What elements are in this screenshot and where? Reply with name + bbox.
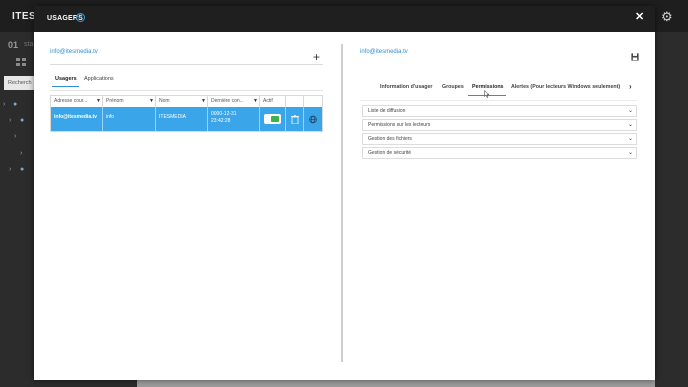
modal-header: USAGERS ? ✕ [34, 6, 655, 32]
chevron-down-icon: ⌄ [627, 108, 633, 114]
tree-expander-icon[interactable]: › [20, 150, 22, 157]
save-icon[interactable] [631, 53, 639, 61]
chevron-down-icon: ⌄ [627, 150, 633, 156]
section-distribution-list[interactable]: Liste de diffusion ⌄ [362, 105, 637, 117]
filter-icon[interactable]: ▼ [96, 98, 101, 104]
mouse-cursor-icon [484, 90, 490, 98]
app-search-input[interactable]: Recherch [4, 76, 34, 90]
column-header-active[interactable]: Actif [260, 96, 286, 107]
app-step-number: 01 [8, 40, 19, 50]
toggle-knob [271, 116, 279, 122]
tree-node-icon: ● [13, 101, 18, 108]
tab-applications[interactable]: Applications [84, 76, 114, 82]
app-footer-band [137, 380, 655, 387]
section-label: Gestion de sécurité [368, 150, 412, 156]
trash-icon[interactable] [291, 115, 299, 124]
column-header-label: Dernière con... [211, 98, 244, 104]
active-tab-indicator [52, 86, 79, 87]
last-login-time: 23:42:28 [211, 118, 231, 124]
tabs-next-icon[interactable]: › [629, 82, 632, 91]
column-header-blank [286, 96, 304, 107]
chevron-down-icon: ⌄ [627, 122, 633, 128]
tree-node-icon: ● [20, 117, 25, 124]
filter-icon[interactable]: ▼ [201, 98, 206, 104]
users-modal: USAGERS ? ✕ info@itesmedia.tv + Usagers … [34, 6, 655, 380]
cell-first-name: info [103, 107, 156, 131]
add-user-icon[interactable]: + [313, 51, 320, 63]
tab-user-information[interactable]: Information d'usager [380, 84, 432, 90]
divider [50, 90, 323, 91]
app-brand: ITES [12, 11, 37, 22]
column-header-label: Adresse cour... [54, 98, 88, 104]
tree-expander-icon[interactable]: › [9, 117, 11, 124]
tab-alerts[interactable]: Alertes (Pour lecteurs Windows seulement… [511, 84, 620, 90]
section-label: Liste de diffusion [368, 108, 406, 114]
chevron-down-icon: ⌄ [627, 136, 633, 142]
column-header-label: Nom [159, 98, 170, 104]
tree-expander-icon[interactable]: › [9, 166, 11, 173]
tree-node-icon: ● [20, 166, 25, 173]
section-label: Gestion des fichiers [368, 136, 412, 142]
section-label: Permissions sur les lecteurs [368, 122, 431, 128]
column-header-blank [304, 96, 322, 107]
tree-expander-icon[interactable]: › [3, 101, 5, 108]
tab-groups[interactable]: Groupes [442, 84, 464, 90]
active-toggle[interactable] [264, 114, 281, 124]
globe-icon[interactable] [309, 115, 317, 124]
tab-usagers[interactable]: Usagers [55, 76, 77, 82]
grid-view-icon[interactable] [16, 58, 26, 66]
section-security-management[interactable]: Gestion de sécurité ⌄ [362, 147, 637, 159]
section-drive-permissions[interactable]: Permissions sur les lecteurs ⌄ [362, 119, 637, 131]
cell-last-name: ITESMEDIA [156, 107, 208, 131]
cell-last-login: 0000-12-31 23:42:28 [208, 107, 260, 131]
column-header-label: Actif [263, 98, 273, 104]
gear-icon[interactable]: ⚙ [661, 9, 673, 25]
filter-icon[interactable]: ▼ [149, 98, 154, 104]
last-login-date: 0000-12-31 [211, 111, 237, 117]
tree-expander-icon[interactable]: › [14, 133, 16, 140]
divider [50, 64, 323, 65]
divider [360, 100, 637, 101]
detail-user-email: info@itesmedia.tv [360, 49, 408, 55]
panel-divider [341, 44, 343, 362]
users-grid: Adresse cour... ▼ Prénom ▼ Nom ▼ Dernièr… [50, 95, 323, 132]
close-icon[interactable]: ✕ [635, 12, 644, 23]
section-file-management[interactable]: Gestion des fichiers ⌄ [362, 133, 637, 145]
app-right-panel [655, 32, 688, 387]
app-step-label: sta [24, 41, 34, 48]
selected-user-email: info@itesmedia.tv [50, 49, 98, 55]
column-header-label: Prénom [106, 98, 124, 104]
cell-email: info@itesmedia.tv [51, 107, 103, 131]
help-icon[interactable]: ? [76, 13, 85, 22]
filter-icon[interactable]: ▼ [253, 98, 258, 104]
